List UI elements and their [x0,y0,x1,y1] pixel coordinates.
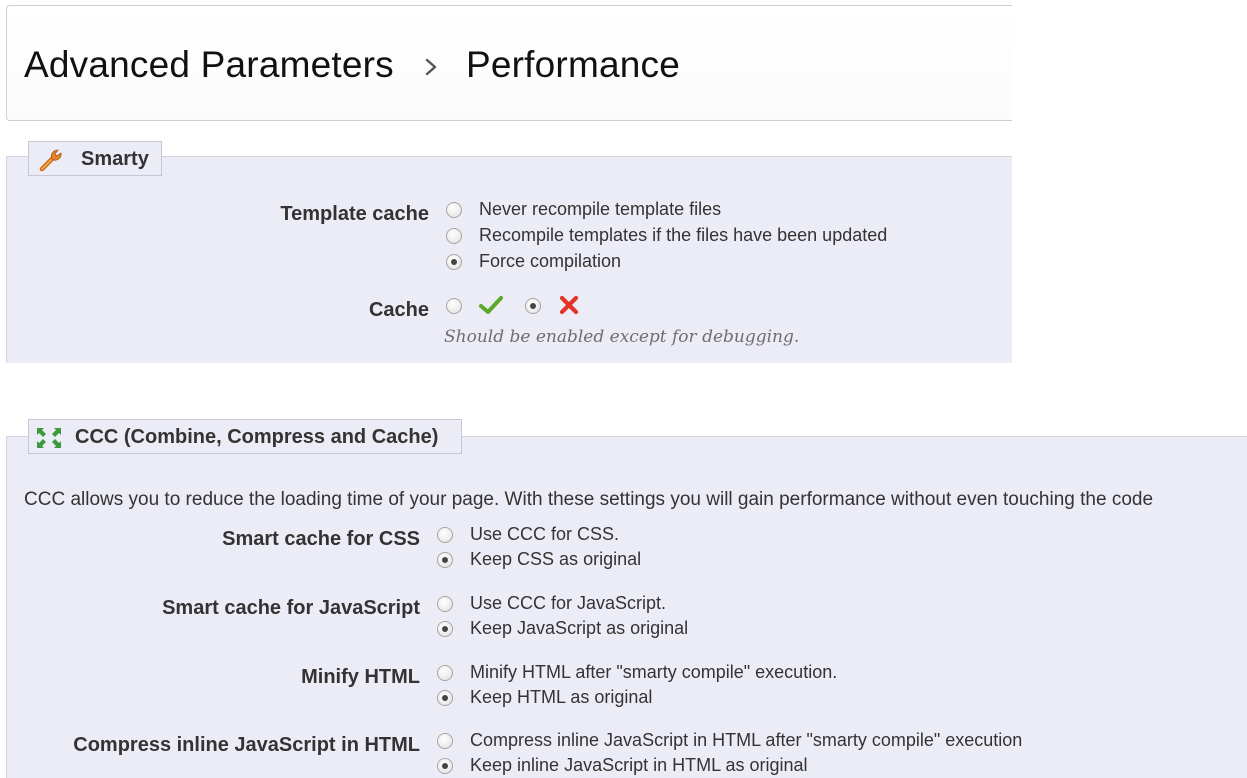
smart-cache-js-option-keep[interactable]: Keep JavaScript as original [437,618,688,639]
smart-cache-css-radio-use[interactable] [437,526,453,543]
wrench-icon [39,149,62,172]
smart-cache-js-label: Smart cache for JavaScript [162,597,420,619]
page-header: Advanced Parameters Performance [6,5,1012,121]
smart-cache-css-option-use[interactable]: Use CCC for CSS. [437,524,619,545]
template-cache-label: Template cache [280,203,429,225]
template-cache-radio-force[interactable] [446,253,462,270]
smart-cache-css-radio-keep[interactable] [437,551,453,568]
compress-inline-js-option-compress[interactable]: Compress inline JavaScript in HTML after… [437,730,1022,751]
breadcrumb-parent[interactable]: Advanced Parameters [24,44,394,86]
cache-radio-yes[interactable] [446,298,462,314]
smarty-legend: Smarty [28,141,162,176]
smart-cache-css-label: Smart cache for CSS [222,528,420,550]
compress-inline-js-label: Compress inline JavaScript in HTML [73,734,420,756]
ccc-legend-title: CCC (Combine, Compress and Cache) [75,426,439,448]
template-cache-option-force[interactable]: Force compilation [446,251,621,272]
ccc-description: CCC allows you to reduce the loading tim… [24,489,1154,510]
cache-radio-no[interactable] [525,298,541,314]
compress-arrows-icon [37,428,61,448]
chevron-right-icon [425,58,437,76]
compress-inline-js-radio-compress[interactable] [437,732,453,749]
compress-inline-js-radio-keep[interactable] [437,757,453,774]
smart-cache-js-option-use[interactable]: Use CCC for JavaScript. [437,593,666,614]
smarty-legend-title: Smarty [81,148,149,170]
minify-html-option-minify[interactable]: Minify HTML after "smarty compile" execu… [437,662,837,683]
compress-inline-js-option-keep[interactable]: Keep inline JavaScript in HTML as origin… [437,755,808,776]
cache-label: Cache [368,299,429,321]
ccc-legend: CCC (Combine, Compress and Cache) [28,419,462,454]
minify-html-radio-keep[interactable] [437,689,453,706]
check-icon[interactable] [478,294,504,316]
minify-html-label: Minify HTML [301,666,420,688]
cache-hint: Should be enabled except for debugging. [444,327,800,347]
smart-cache-js-radio-use[interactable] [437,595,453,612]
minify-html-option-keep[interactable]: Keep HTML as original [437,687,652,708]
cross-icon[interactable] [558,294,580,316]
smart-cache-js-radio-keep[interactable] [437,620,453,637]
template-cache-option-recompile[interactable]: Recompile templates if the files have be… [446,225,887,246]
template-cache-radio-recompile[interactable] [446,227,462,244]
template-cache-option-never[interactable]: Never recompile template files [446,199,721,220]
smart-cache-css-option-keep[interactable]: Keep CSS as original [437,549,641,570]
minify-html-radio-minify[interactable] [437,664,453,681]
template-cache-radio-never[interactable] [446,201,462,218]
breadcrumb-current: Performance [466,44,681,85]
